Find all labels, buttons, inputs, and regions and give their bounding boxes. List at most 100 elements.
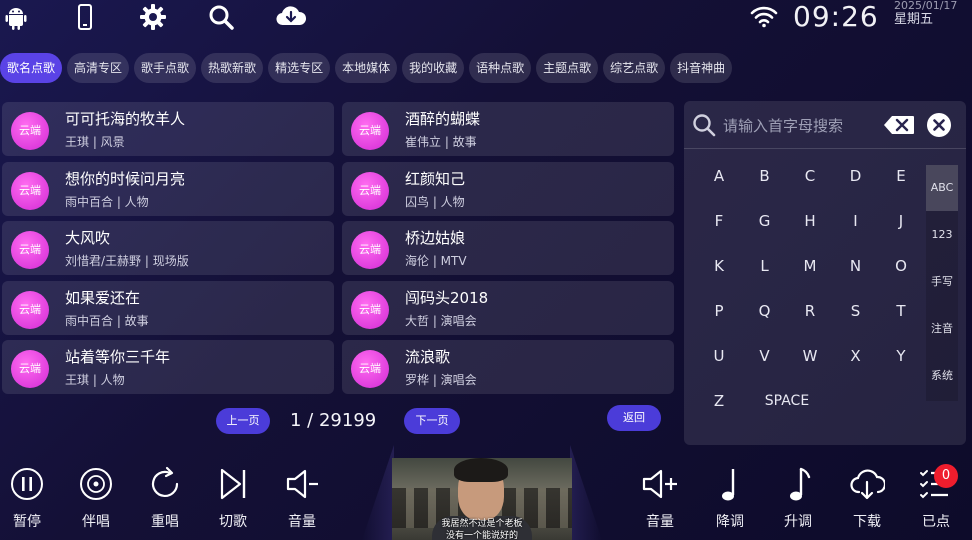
song-card[interactable]: 云端 站着等你三千年 王琪 | 人物 (2, 340, 334, 394)
cloud-download-button[interactable]: 下载 (844, 463, 890, 533)
cloud-badge: 云端 (11, 290, 49, 329)
key-u[interactable]: U (701, 341, 737, 371)
key-f[interactable]: F (701, 206, 737, 236)
input-mode-3[interactable]: 注音 (926, 306, 958, 352)
note-down-button[interactable]: 降调 (707, 463, 753, 533)
note-up-button[interactable]: 升调 (775, 463, 821, 533)
tab-9[interactable]: 综艺点歌 (603, 53, 666, 83)
settings-gear-icon[interactable] (138, 2, 168, 32)
tab-8[interactable]: 主题点歌 (536, 53, 599, 83)
pause-button[interactable]: 暂停 (4, 463, 50, 533)
key-space[interactable]: SPACE (747, 386, 827, 416)
song-card[interactable]: 云端 流浪歌 罗桦 | 演唱会 (342, 340, 674, 394)
key-g[interactable]: G (747, 206, 783, 236)
search-row: 请输入首字母搜索 (684, 101, 966, 149)
video-singer-hair (454, 458, 508, 482)
control-label: 已点 (922, 514, 950, 530)
tab-5[interactable]: 本地媒体 (335, 53, 398, 83)
tab-7[interactable]: 语种点歌 (469, 53, 532, 83)
key-v[interactable]: V (747, 341, 783, 371)
cloud-download-icon[interactable] (274, 2, 308, 32)
key-c[interactable]: C (792, 161, 828, 191)
key-r[interactable]: R (792, 296, 828, 326)
song-title: 站着等你三千年 (65, 348, 171, 366)
input-mode-0[interactable]: ABC (926, 165, 958, 211)
tab-1[interactable]: 高清专区 (67, 53, 130, 83)
date-display: 2025/01/17 星期五 (894, 0, 957, 27)
song-card[interactable]: 云端 闯码头2018 大哲 | 演唱会 (342, 280, 674, 335)
song-card[interactable]: 云端 可可托海的牧羊人 王琪 | 风景 (2, 102, 334, 156)
song-title: 桥边姑娘 (405, 229, 466, 247)
key-o[interactable]: O (883, 251, 919, 281)
search-icon[interactable] (206, 2, 236, 32)
key-x[interactable]: X (838, 341, 874, 371)
volume-up-icon (642, 469, 677, 499)
song-card[interactable]: 云端 如果爱还在 雨中百合 | 故事 (2, 280, 334, 335)
note-up-icon (790, 467, 811, 501)
key-l[interactable]: L (747, 251, 783, 281)
key-q[interactable]: Q (747, 296, 783, 326)
song-card[interactable]: 云端 想你的时候问月亮 雨中百合 | 人物 (2, 161, 334, 216)
key-z[interactable]: Z (701, 386, 737, 416)
key-j[interactable]: J (883, 206, 919, 236)
key-k[interactable]: K (701, 251, 737, 281)
song-title: 想你的时候问月亮 (65, 169, 186, 188)
key-n[interactable]: N (838, 251, 874, 281)
key-d[interactable]: D (838, 161, 874, 191)
key-p[interactable]: P (701, 296, 737, 326)
key-w[interactable]: W (792, 341, 828, 371)
key-m[interactable]: M (792, 251, 828, 281)
song-title: 酒醉的蝴蝶 (405, 110, 481, 128)
replay-button[interactable]: 重唱 (142, 463, 188, 533)
key-e[interactable]: E (883, 161, 919, 191)
song-card[interactable]: 云端 红颜知己 囚鸟 | 人物 (342, 161, 674, 216)
song-card[interactable]: 云端 大风吹 刘惜君/王赫野 | 现场版 (2, 221, 334, 275)
key-t[interactable]: T (883, 296, 919, 326)
cloud-badge: 云端 (351, 112, 389, 150)
input-mode-1[interactable]: 123 (926, 212, 958, 258)
android-icon[interactable] (1, 2, 31, 32)
cloud-badge: 云端 (11, 171, 49, 210)
volume-down-button[interactable]: 音量 (279, 463, 325, 533)
key-a[interactable]: A (701, 161, 737, 191)
song-artist-tag: 大哲 | 演唱会 (405, 313, 477, 328)
vinyl-button[interactable]: 伴唱 (73, 463, 119, 533)
cloud-badge: 云端 (351, 231, 389, 269)
skip-button[interactable]: 切歌 (210, 463, 256, 533)
stage-decoration-right (570, 445, 602, 540)
song-card[interactable]: 云端 桥边姑娘海伦 | MTV (342, 221, 674, 275)
phone-icon[interactable] (70, 2, 100, 32)
key-i[interactable]: I (838, 206, 874, 236)
next-page-button[interactable]: 下一页 (404, 408, 460, 434)
tab-10[interactable]: 抖音神曲 (670, 53, 733, 83)
back-button[interactable]: 返回 (607, 405, 661, 431)
tab-6[interactable]: 我的收藏 (402, 53, 465, 83)
skip-icon (220, 468, 246, 500)
key-s[interactable]: S (838, 296, 874, 326)
search-input[interactable]: 请输入首字母搜索 (723, 115, 843, 136)
backspace-icon[interactable] (883, 115, 915, 135)
cloud-badge: 云端 (11, 350, 49, 388)
key-h[interactable]: H (792, 206, 828, 236)
tab-3[interactable]: 热歌新歌 (201, 53, 264, 83)
song-artist-tag: 罗桦 | 演唱会 (405, 373, 477, 387)
song-artist-tag: 雨中百合 | 故事 (65, 313, 149, 328)
key-y[interactable]: Y (883, 341, 919, 371)
tab-0[interactable]: 歌名点歌 (0, 53, 63, 83)
tab-2[interactable]: 歌手点歌 (134, 53, 197, 83)
prev-page-button[interactable]: 上一页 (216, 408, 270, 434)
volume-up-button[interactable]: 音量 (637, 463, 683, 533)
clear-icon[interactable] (926, 112, 952, 138)
cloud-badge: 云端 (11, 112, 49, 150)
control-label: 音量 (646, 514, 674, 530)
input-mode-4[interactable]: 系统 (926, 353, 958, 399)
song-card[interactable]: 云端 酒醉的蝴蝶 崔伟立 | 故事 (342, 102, 674, 156)
song-artist-tag: 海伦 | MTV (405, 254, 467, 268)
tab-4[interactable]: 精选专区 (268, 53, 331, 83)
song-title: 流浪歌 (405, 348, 451, 366)
date: 2025/01/17 (894, 0, 958, 12)
video-preview[interactable]: 我居然不过是个老板 没有一个能说好的 (392, 458, 572, 540)
key-b[interactable]: B (747, 161, 783, 191)
song-title: 闯码头2018 (405, 288, 489, 307)
input-mode-2[interactable]: 手写 (926, 259, 958, 305)
